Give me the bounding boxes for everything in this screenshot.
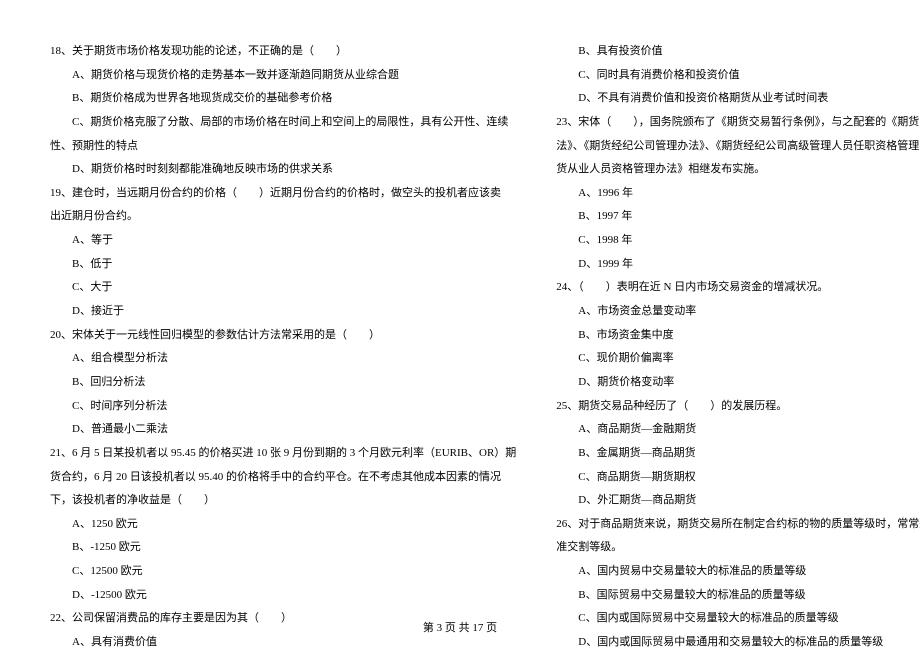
q23-stem-3: 货从业人员资格管理办法》相继发布实施。 (556, 158, 920, 182)
q26-stem-2: 准交割等级。 (556, 536, 920, 560)
q19-option-b: B、低于 (50, 253, 516, 277)
q21-stem-3: 下，该投机者的净收益是（ ） (50, 489, 516, 513)
page-content: 18、关于期货市场价格发现功能的论述，不正确的是（ ） A、期货价格与现货价格的… (0, 0, 920, 655)
q22-option-b: B、具有投资价值 (556, 40, 920, 64)
q20-option-b: B、回归分析法 (50, 371, 516, 395)
q24-option-a: A、市场资金总量变动率 (556, 300, 920, 324)
q19-stem-2: 出近期月份合约。 (50, 205, 516, 229)
q18-option-c-cont: 性、预期性的特点 (50, 135, 516, 159)
q25-option-c: C、商品期货—期货期权 (556, 466, 920, 490)
q24-option-b: B、市场资金集中度 (556, 324, 920, 348)
q21-option-b: B、-1250 欧元 (50, 536, 516, 560)
q18-stem: 18、关于期货市场价格发现功能的论述，不正确的是（ ） (50, 40, 516, 64)
q23-option-a: A、1996 年 (556, 182, 920, 206)
q23-option-c: C、1998 年 (556, 229, 920, 253)
q19-stem-1: 19、建仓时，当远期月份合约的价格（ ）近期月份合约的价格时，做空头的投机者应该… (50, 182, 516, 206)
q20-option-d: D、普通最小二乘法 (50, 418, 516, 442)
q21-stem-1: 21、6 月 5 日某投机者以 95.45 的价格买进 10 张 9 月份到期的… (50, 442, 516, 466)
q19-option-d: D、接近于 (50, 300, 516, 324)
q18-option-d: D、期货价格时时刻刻都能准确地反映市场的供求关系 (50, 158, 516, 182)
q21-option-c: C、12500 欧元 (50, 560, 516, 584)
q22-option-c: C、同时具有消费价格和投资价值 (556, 64, 920, 88)
q19-option-c: C、大于 (50, 276, 516, 300)
q23-stem-2: 法》、《期货经纪公司管理办法》、《期货经纪公司高级管理人员任职资格管理办法》和《… (556, 135, 920, 159)
page-footer: 第 3 页 共 17 页 (0, 619, 920, 635)
q24-option-c: C、现价期价偏离率 (556, 347, 920, 371)
q22-option-d: D、不具有消费价值和投资价格期货从业考试时间表 (556, 87, 920, 111)
q21-stem-2: 货合约，6 月 20 日该投机者以 95.40 的价格将手中的合约平仓。在不考虑… (50, 466, 516, 490)
right-column: B、具有投资价值 C、同时具有消费价格和投资价值 D、不具有消费价值和投资价格期… (556, 40, 920, 655)
q24-option-d: D、期货价格变动率 (556, 371, 920, 395)
q25-stem: 25、期货交易品种经历了（ ）的发展历程。 (556, 395, 920, 419)
q23-option-d: D、1999 年 (556, 253, 920, 277)
q26-option-a: A、国内贸易中交易量较大的标准品的质量等级 (556, 560, 920, 584)
q25-option-d: D、外汇期货—商品期货 (556, 489, 920, 513)
q24-stem: 24、（ ）表明在近 N 日内市场交易资金的增减状况。 (556, 276, 920, 300)
q18-option-c: C、期货价格克服了分散、局部的市场价格在时间上和空间上的局限性，具有公开性、连续 (50, 111, 516, 135)
q25-option-a: A、商品期货—金融期货 (556, 418, 920, 442)
q23-option-b: B、1997 年 (556, 205, 920, 229)
q18-option-a: A、期货价格与现货价格的走势基本一致并逐渐趋同期货从业综合题 (50, 64, 516, 88)
q19-option-a: A、等于 (50, 229, 516, 253)
left-column: 18、关于期货市场价格发现功能的论述，不正确的是（ ） A、期货价格与现货价格的… (50, 40, 516, 655)
q25-option-b: B、金属期货—商品期货 (556, 442, 920, 466)
q23-stem-1: 23、宋体（ ），国务院颁布了《期货交易暂行条例》，与之配套的《期货交易所管理办 (556, 111, 920, 135)
q18-option-b: B、期货价格成为世界各地现货成交价的基础参考价格 (50, 87, 516, 111)
q20-option-a: A、组合模型分析法 (50, 347, 516, 371)
q21-option-a: A、1250 欧元 (50, 513, 516, 537)
q20-stem: 20、宋体关于一元线性回归模型的参数估计方法常采用的是（ ） (50, 324, 516, 348)
q20-option-c: C、时间序列分析法 (50, 395, 516, 419)
q26-stem-1: 26、对于商品期货来说，期货交易所在制定合约标的物的质量等级时，常常采用（ ）为… (556, 513, 920, 537)
q21-option-d: D、-12500 欧元 (50, 584, 516, 608)
q26-option-b: B、国际贸易中交易量较大的标准品的质量等级 (556, 584, 920, 608)
